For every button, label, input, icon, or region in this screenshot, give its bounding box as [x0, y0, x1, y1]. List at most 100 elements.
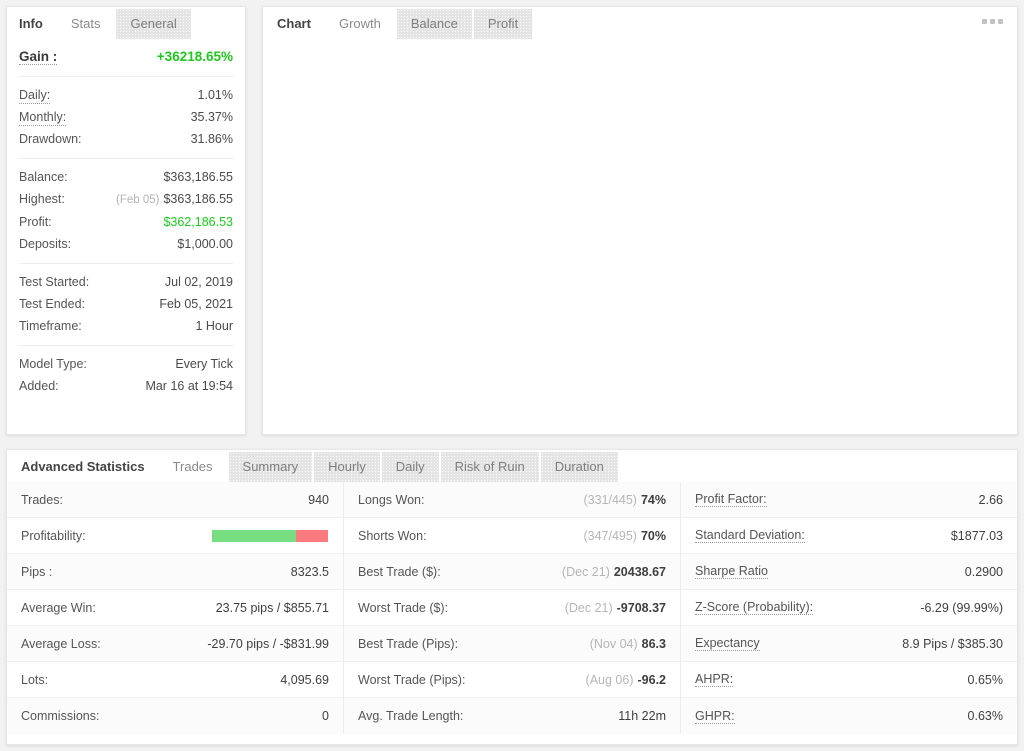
tab-risk-of-ruin[interactable]: Risk of Ruin	[441, 452, 539, 482]
statistics-value: 0.2900	[965, 565, 1003, 579]
tab-profit[interactable]: Profit	[474, 9, 532, 39]
statistics-value-number: $1877.03	[950, 528, 1003, 543]
stat-row: Balance: $363,186.55	[19, 166, 233, 188]
stat-value-group: (Feb 05) $363,186.55	[116, 188, 233, 211]
statistics-value: (Dec 21) 20438.67	[562, 565, 666, 579]
advanced-statistics-tabs: Trades Summary Hourly Daily Risk of Ruin Dura…	[158, 452, 620, 482]
advanced-statistics-tabstrip: Advanced Statistics Trades Summary Hourly D…	[7, 450, 1017, 482]
statistics-label: Best Trade (Pips):	[358, 636, 459, 651]
stat-label: Test Ended:	[19, 297, 86, 311]
statistics-value-note: (347/495)	[583, 528, 637, 543]
stat-value-group: Jul 02, 2019	[165, 271, 233, 293]
stat-value: Feb 05, 2021	[159, 297, 233, 311]
statistics-value-number: 0.65%	[967, 672, 1003, 687]
statistics-row: Commissions: 0	[7, 698, 343, 734]
statistics-row: Average Win: 23.75 pips / $855.71	[7, 590, 343, 626]
statistics-label[interactable]: Z-Score (Probability):	[695, 600, 814, 615]
more-options-icon[interactable]	[978, 15, 1007, 28]
statistics-value-number: -9708.37	[616, 600, 666, 615]
stat-label[interactable]: Gain :	[19, 49, 58, 65]
statistics-value-number: 0	[322, 709, 329, 723]
statistics-value: (Dec 21) -9708.37	[565, 601, 666, 615]
statistics-value: 0	[322, 709, 329, 723]
tab-duration[interactable]: Duration	[541, 452, 618, 482]
statistics-label: Shorts Won:	[358, 528, 427, 543]
statistics-label: Worst Trade (Pips):	[358, 672, 466, 687]
statistics-label: Worst Trade ($):	[358, 600, 449, 615]
statistics-value-number: -96.2	[637, 672, 667, 687]
statistics-value-note: (331/445)	[583, 492, 637, 507]
statistics-row: Worst Trade ($): (Dec 21) -9708.37	[344, 590, 680, 626]
stat-label[interactable]: Monthly:	[19, 110, 67, 126]
statistics-row: Expectancy 8.9 Pips / $385.30	[681, 626, 1017, 662]
stat-value-group: $363,186.55	[163, 166, 233, 188]
statistics-value-note: (Dec 21)	[564, 600, 613, 615]
advanced-statistics-header-label: Advanced Statistics	[7, 452, 159, 482]
app-root: Info Stats General Gain : +36218.65% Daily:…	[0, 0, 1024, 751]
tab-trades[interactable]: Trades	[158, 452, 227, 482]
statistics-row: Profit Factor: 2.66	[681, 482, 1017, 518]
stat-value-group: Every Tick	[175, 353, 233, 375]
statistics-value: 2.66	[979, 493, 1003, 507]
statistics-value-number: -29.70 pips / -$831.99	[207, 636, 329, 651]
tab-growth[interactable]: Growth	[324, 9, 395, 39]
statistics-value-number: 86.3	[641, 636, 666, 651]
stat-label[interactable]: Daily:	[19, 88, 51, 104]
statistics-row: Lots: 4,095.69	[7, 662, 343, 698]
tab-balance[interactable]: Balance	[397, 9, 472, 39]
stats-group: Daily: 1.01% Monthly: 35.37% Drawdown: 31.86%	[19, 77, 233, 159]
statistics-value: 4,095.69	[280, 673, 329, 687]
statistics-value: 23.75 pips / $855.71	[216, 601, 329, 615]
stat-value: Jul 02, 2019	[164, 275, 233, 289]
stat-label: Model Type:	[19, 357, 87, 371]
stat-row: Test Ended: Feb 05, 2021	[19, 293, 233, 315]
stat-label: Timeframe:	[19, 319, 82, 333]
tab-summary[interactable]: Summary	[229, 452, 313, 482]
stat-value: +36218.65%	[156, 49, 233, 64]
stat-label: Balance:	[19, 170, 68, 184]
advanced-statistics-grid: Trades: 940 Profitability: Pips : 8323.5 Aver…	[7, 482, 1017, 734]
stat-value-group: 31.86%	[191, 128, 233, 150]
stats-group: Test Started: Jul 02, 2019 Test Ended: Feb …	[19, 264, 233, 346]
stat-value: $362,186.53	[163, 215, 233, 229]
statistics-row: Longs Won: (331/445) 74%	[344, 482, 680, 518]
advanced-statistics-panel: Advanced Statistics Trades Summary Hourly D…	[6, 449, 1018, 745]
tab-general[interactable]: General	[116, 9, 190, 39]
growth-chart-canvas[interactable]	[263, 39, 1017, 434]
statistics-row: GHPR: 0.63%	[681, 698, 1017, 734]
stat-label: Deposits:	[19, 237, 72, 251]
statistics-value: -6.29 (99.99%)	[920, 601, 1003, 615]
statistics-value: $1877.03	[951, 529, 1003, 543]
statistics-value: 0.65%	[968, 673, 1003, 687]
stat-row: Daily: 1.01%	[19, 84, 233, 106]
stat-row: Profit: $362,186.53	[19, 211, 233, 233]
statistics-label[interactable]: Sharpe Ratio	[695, 564, 768, 579]
statistics-label[interactable]: AHPR:	[695, 672, 734, 687]
chart-panel: Chart Growth Balance Profit	[262, 6, 1018, 435]
stat-row: Monthly: 35.37%	[19, 106, 233, 128]
stats-panel-tabstrip: Info Stats General	[7, 7, 245, 39]
statistics-label[interactable]: GHPR:	[695, 709, 735, 724]
statistics-label[interactable]: Standard Deviation:	[695, 528, 805, 543]
statistics-value-number: 20438.67	[613, 564, 666, 579]
statistics-value: (Aug 06) -96.2	[586, 673, 666, 687]
tab-daily[interactable]: Daily	[382, 452, 439, 482]
statistics-row: Sharpe Ratio 0.2900	[681, 554, 1017, 590]
statistics-label[interactable]: Expectancy	[695, 636, 760, 651]
stat-row: Gain : +36218.65%	[19, 46, 233, 68]
stats-group: Balance: $363,186.55 Highest: (Feb 05) $363,…	[19, 159, 233, 264]
statistics-label[interactable]: Profit Factor:	[695, 492, 767, 507]
stat-row: Drawdown: 31.86%	[19, 128, 233, 150]
stat-value: 1.01%	[197, 88, 233, 102]
stats-group: Model Type: Every Tick Added: Mar 16 at 19:…	[19, 346, 233, 405]
statistics-value: 940	[308, 493, 329, 507]
dot-2	[990, 19, 995, 24]
statistics-label: Average Win:	[21, 600, 96, 615]
statistics-value-note: (Aug 06)	[585, 672, 634, 687]
statistics-row: Avg. Trade Length: 11h 22m	[344, 698, 680, 734]
statistics-value-number: 4,095.69	[280, 672, 329, 687]
tab-stats[interactable]: Stats	[56, 9, 115, 39]
dot-1	[982, 19, 987, 24]
tab-hourly[interactable]: Hourly	[314, 452, 380, 482]
stat-value-group: Mar 16 at 19:54	[145, 375, 233, 397]
